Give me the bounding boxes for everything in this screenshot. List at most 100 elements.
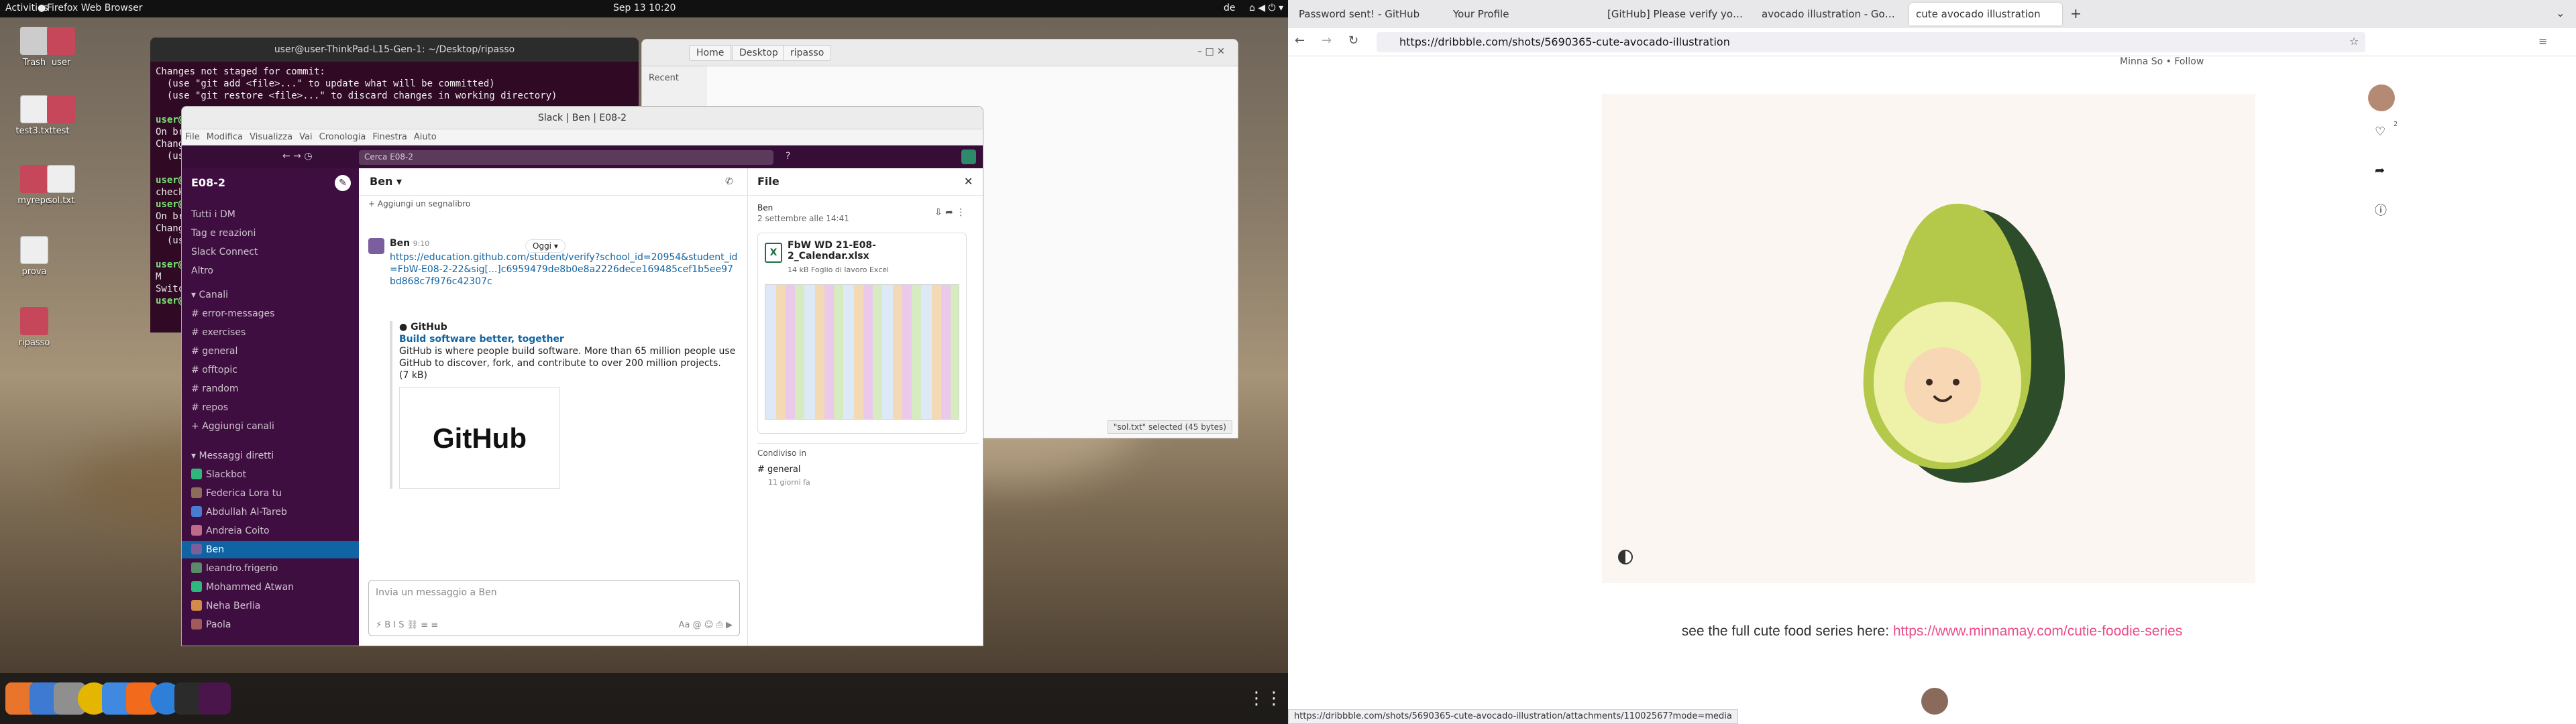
breadcrumb-home[interactable]: Home [689, 45, 732, 61]
history-nav-icon[interactable]: ← → ◷ [282, 151, 313, 162]
terminal-titlebar[interactable]: user@user-ThinkPad-L15-Gen-1: ~/Desktop/… [150, 38, 639, 62]
shot-image[interactable] [1602, 94, 2255, 583]
menu-file[interactable]: File [182, 129, 203, 145]
channel-offtopic[interactable]: # offtopic [191, 361, 352, 379]
back-icon[interactable]: ← [1295, 34, 1305, 48]
channel-random[interactable]: # random [191, 380, 352, 398]
preview-size[interactable]: (7 kB) [399, 369, 739, 381]
menu-visualizza[interactable]: Visualizza [246, 129, 296, 145]
clock[interactable]: Sep 13 10:20 [613, 3, 676, 13]
shot-author[interactable]: Minna So • Follow [2120, 56, 2204, 67]
new-tab-button[interactable]: + [2070, 5, 2082, 21]
preview-title[interactable]: Build software better, together [399, 333, 739, 345]
dm-header[interactable]: ▾ Messaggi diretti [191, 447, 352, 465]
dm-federica-lora[interactable]: Federica Lora tu [191, 485, 352, 502]
breadcrumb-ripasso[interactable]: ripasso [783, 45, 832, 61]
dm-neha[interactable]: Neha Berlia [191, 597, 352, 615]
desktop-icon-user[interactable]: user [31, 27, 91, 68]
system-tray-icons[interactable]: ⌂ ◀ ⏻ ▾ [1249, 3, 1283, 13]
chat-title[interactable]: Ben ▾ [370, 175, 402, 188]
sidebar-recent[interactable]: Recent [649, 73, 679, 83]
file-author[interactable]: Ben [757, 203, 773, 213]
avatar[interactable] [961, 149, 976, 164]
dm-andreia[interactable]: Andreia Coito [191, 522, 352, 540]
app-grid-icon[interactable]: ⋮⋮⋮ [1248, 682, 1288, 715]
slack-window[interactable]: Slack | Ben | E08-2 File Modifica Visualiz… [181, 106, 983, 646]
bookmark-star-icon[interactable]: ☆ [2349, 35, 2359, 48]
window-controls[interactable]: – □ ✕ [1197, 46, 1225, 57]
keyboard-layout[interactable]: de [1224, 3, 1236, 13]
menu-vai[interactable]: Vai [296, 129, 315, 145]
channel-repos[interactable]: # repos [191, 399, 352, 416]
tab-github-verify[interactable]: [GitHub] Please verify yo… [1601, 3, 1754, 25]
menu-finestra[interactable]: Finestra [369, 129, 411, 145]
preview-image[interactable]: GitHub [399, 387, 560, 489]
caption-link[interactable]: https://www.minnamay.com/cutie-foodie-se… [1893, 623, 2182, 639]
message-author[interactable]: Ben [390, 238, 410, 249]
dm-abdullah[interactable]: Abdullah Al-Tareb [191, 503, 352, 521]
add-bookmark[interactable]: + Aggiungi un segnalibro [368, 199, 470, 208]
avatar[interactable] [368, 238, 384, 254]
help-icon[interactable]: ? [786, 151, 790, 162]
channel-exercises[interactable]: # exercises [191, 324, 352, 341]
spreadsheet-thumbnail[interactable] [765, 284, 959, 420]
nav-mentions[interactable]: Tag e reazioni [191, 225, 352, 242]
dm-ben[interactable]: Ben [182, 541, 359, 558]
menu-cronologia[interactable]: Cronologia [316, 129, 370, 145]
nav-slack-connect[interactable]: Slack Connect [191, 243, 352, 261]
search-input[interactable]: Cerca E08-2 [359, 150, 773, 165]
call-icon[interactable]: ✆ [725, 176, 733, 187]
menu-modifica[interactable]: Modifica [203, 129, 246, 145]
reload-icon[interactable]: ↻ [1348, 34, 1358, 48]
nav-more[interactable]: Altro [191, 262, 352, 280]
file-card[interactable]: X FbW WD 21-E08-2_Calendar.xlsx 14 kB Fo… [757, 233, 967, 434]
slack-titlebar[interactable]: Slack | Ben | E08-2 [182, 107, 983, 129]
avatar[interactable] [1921, 688, 1948, 715]
url-bar[interactable]: https://dribbble.com/shots/5690365-cute-… [1377, 32, 2365, 52]
date-pill[interactable]: Oggi ▾ [525, 239, 566, 253]
message-composer[interactable]: Invia un messaggio a Ben ⚡ B I S ⛓ ≡ ≡ A… [368, 580, 740, 636]
dm-slackbot[interactable]: Slackbot [191, 466, 352, 483]
share-icon[interactable]: ➦ [2375, 164, 2385, 178]
add-channels[interactable]: + Aggiungi canali [191, 418, 352, 435]
channels-header[interactable]: ▾ Canali [191, 286, 352, 304]
workspace-name[interactable]: E08-2 [191, 176, 225, 189]
avatar[interactable] [2368, 84, 2395, 111]
desktop-icon-prova[interactable]: prova [4, 236, 64, 277]
formatting-toolbar[interactable]: ⚡ B I S ⛓ ≡ ≡ [376, 620, 438, 630]
app-menu[interactable]: Firefox Web Browser [47, 3, 143, 13]
firefox-window[interactable]: Password sent! - GitHub Your Profile [Gi… [1288, 0, 2576, 724]
compose-icon[interactable]: ✎ [335, 175, 351, 191]
theme-toggle-icon[interactable] [1618, 550, 1633, 564]
dm-paola[interactable]: Paola [191, 616, 352, 634]
tab-your-profile[interactable]: Your Profile [1446, 3, 1599, 25]
tab-list-icon[interactable]: ⌄ [2556, 7, 2565, 19]
tab-avocado-google[interactable]: avocado illustration - Go… [1755, 3, 1908, 25]
composer-actions[interactable]: Aa @ ☺ ⎙ ▶ [679, 620, 733, 630]
file-meta: 14 kB Foglio di lavoro Excel [788, 265, 890, 274]
breadcrumb-desktop[interactable]: Desktop [732, 45, 786, 61]
message-time[interactable]: 9:10 [413, 239, 430, 248]
channel-general[interactable]: # general [191, 343, 352, 360]
dm-mohammed[interactable]: Mohammed Atwan [191, 579, 352, 596]
slack-icon[interactable] [199, 682, 231, 715]
file-actions-icon[interactable]: ⇩ ➦ ⋮ [934, 207, 965, 218]
nav-all-dms[interactable]: Tutti i DM [191, 206, 352, 223]
menu-aiuto[interactable]: Aiuto [411, 129, 440, 145]
dm-leandro[interactable]: leandro.frigerio [191, 560, 352, 577]
info-icon[interactable]: ⓘ [2375, 201, 2387, 219]
shared-channel[interactable]: # general [757, 465, 800, 475]
tab-password-sent[interactable]: Password sent! - GitHub [1292, 3, 1445, 25]
like-icon[interactable]: ♡ [2375, 125, 2385, 139]
desktop-icon-test[interactable]: test [31, 95, 91, 136]
menu-icon[interactable]: ≡ [2538, 35, 2547, 48]
desktop-icon-sol[interactable]: sol.txt [31, 165, 91, 206]
message-link[interactable]: https://education.github.com/student/ver… [390, 251, 739, 288]
close-icon[interactable]: ✕ [964, 175, 973, 188]
forward-icon[interactable]: → [1322, 34, 1332, 48]
channel-error-messages[interactable]: # error-messages [191, 305, 352, 322]
tab-cute-avocado[interactable]: cute avocado illustration [1909, 3, 2062, 25]
desktop-icon-ripasso[interactable]: ripasso [4, 307, 64, 348]
file-name[interactable]: FbW WD 21-E08-2_Calendar.xlsx [788, 240, 922, 261]
message-input[interactable]: Invia un messaggio a Ben [369, 581, 739, 605]
